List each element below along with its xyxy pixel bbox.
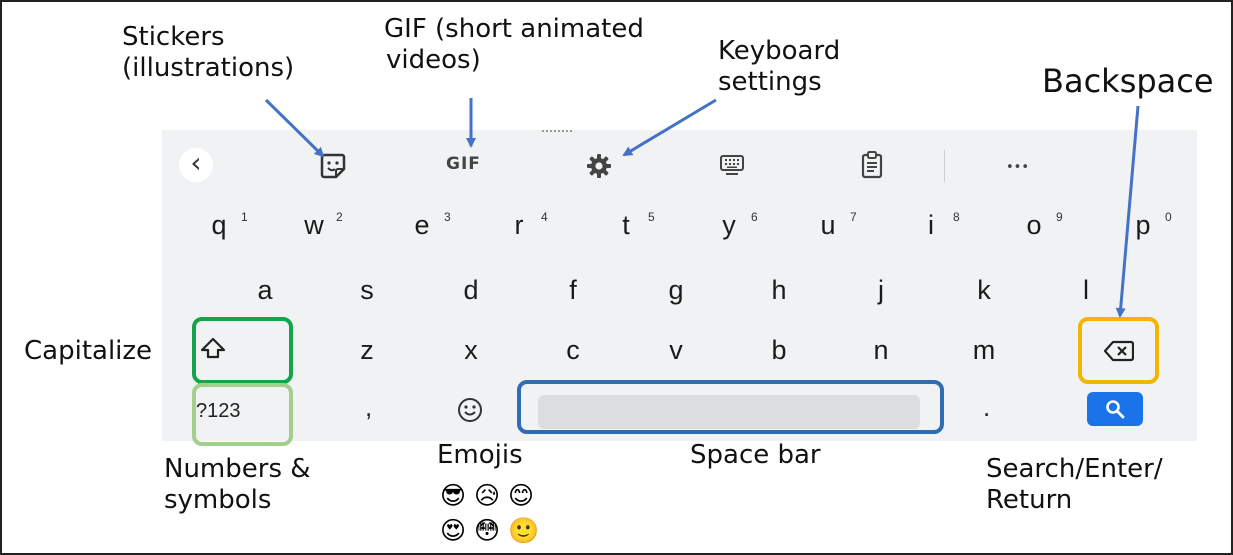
annotation-arrows xyxy=(264,98,1140,318)
arrow-backspace xyxy=(1115,105,1140,318)
arrow-stickers xyxy=(264,98,325,158)
arrow-settings xyxy=(622,98,717,157)
